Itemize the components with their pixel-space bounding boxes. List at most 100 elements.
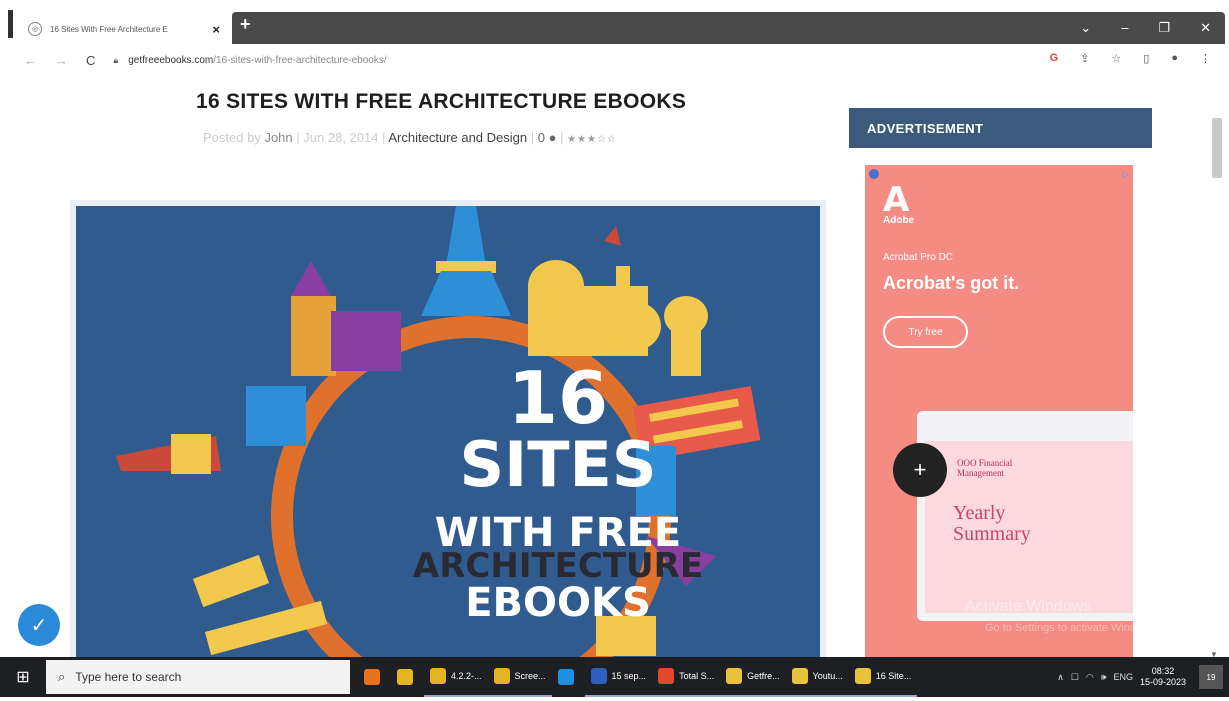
firefox-app-icon [364,669,380,685]
adchoices-icon[interactable]: ▷ [1122,169,1129,180]
clock[interactable]: 08:32 15-09-2023 [1140,666,1186,688]
article-title: 16 SITES WITH FREE ARCHITECTURE EBOOKS [196,90,687,113]
chrome-app-3[interactable]: 16 Site... [848,657,918,697]
doc-heading: Yearly Summary [953,503,1031,545]
lock-icon[interactable]: 🔒︎ [113,55,118,66]
tray-chevron-icon[interactable]: ∧ [1057,672,1064,683]
doc-title-line: OOO Financial [957,458,1013,468]
total-app-icon [658,668,675,684]
tab-favicon-icon: ◎ [28,22,42,36]
profile-icon[interactable]: ● [1171,52,1178,65]
taskbar-search[interactable]: ⌕ Type here to search [46,660,350,694]
hero-line-sites: SITES [459,428,657,501]
forward-arrow-icon[interactable]: → [55,53,68,68]
taskbar: ⊞ ⌕ Type here to search 4.2.2-... Scree..… [0,657,1229,697]
google-icon[interactable]: G [1050,52,1059,65]
tab-search-icon[interactable]: ⌄ [1080,20,1091,36]
doc-heading-line: Summary [953,523,1031,545]
doc-title: OOO Financial Management [957,458,1013,479]
hero-illustration: 16 SITES WITH FREE ARCHITECTURE EBOOKS [76,206,820,659]
menu-icon[interactable]: ⋮ [1200,52,1211,65]
chrome-app-1[interactable]: Getfre... [720,657,786,697]
clock-date: 15-09-2023 [1139,677,1186,687]
notes-app[interactable] [391,657,424,697]
edge-app-icon [557,669,574,685]
restore-button[interactable]: ❐ [1158,20,1170,36]
word-app-icon [590,668,607,684]
author-link[interactable]: John [264,130,292,145]
folder-app-1-icon [430,668,446,684]
chrome-app-2-icon [791,668,808,684]
close-window-button[interactable]: ✕ [1200,20,1211,36]
comment-count[interactable]: 0 [538,130,545,145]
notes-app-icon [397,669,413,685]
chrome-app-2[interactable]: Youtu... [785,657,849,697]
rating-stars-icon[interactable]: ★★★☆☆ [567,134,617,145]
comment-icon: ● [548,130,557,145]
hero-image: 16 SITES WITH FREE ARCHITECTURE EBOOKS [70,200,826,665]
taskbar-app-label: 16 Site... [875,671,912,681]
network-icon[interactable]: ☐ [1071,672,1079,683]
minimize-button[interactable]: – [1121,20,1128,36]
tab-close-icon[interactable]: × [212,22,220,37]
plus-button[interactable]: + [893,443,947,497]
volume-icon[interactable]: 🕪 [1101,672,1107,683]
hero-line-ebooks: EBOOKS [465,580,651,626]
search-icon: ⌕ [58,669,66,684]
category-link[interactable]: Architecture and Design [388,130,527,145]
notification-icon[interactable]: 19 [1199,665,1223,689]
advertisement-header: ADVERTISEMENT [849,108,1152,148]
taskbar-app-label: 4.2.2-... [451,671,482,681]
firefox-app[interactable] [358,657,391,697]
activate-windows-watermark: Activate Windows [965,598,1092,615]
taskbar-app-label: Scree... [514,671,546,681]
ad-product: Acrobat Pro DC [883,252,954,263]
url-path: /16-sites-with-free-architecture-ebooks/ [213,54,387,66]
ad-badge-icon[interactable] [869,169,879,179]
search-placeholder: Type here to search [75,670,182,684]
posted-by-label: Posted by [203,130,261,145]
toolbar-icons: G ⇪ ☆ ▯ ● ⋮ [1050,52,1211,65]
url-host: getfreeebooks.com [128,54,214,66]
doc-heading-line: Yearly [953,502,1006,524]
adobe-logo-icon: A [883,180,910,220]
post-meta: Posted by John | Jun 28, 2014 | Architec… [203,130,617,145]
doc-title-line: Management [957,467,1004,478]
word-app[interactable]: 15 sep... [584,657,653,697]
tab-strip: ◎ 16 Sites With Free Architecture E × + … [0,0,1229,46]
wifi-icon[interactable]: ◠ [1086,672,1094,683]
chrome-app-3-icon [854,668,871,684]
laptop-image: OOO Financial Management Yearly Summary [917,411,1133,621]
ad-headline: Acrobat's got it. [883,273,1020,293]
windows-start-icon[interactable]: ⊞ [0,657,46,697]
total-app[interactable]: Total S... [652,657,721,697]
taskbar-app-label: Youtu... [812,671,843,681]
corner-mark [8,10,13,38]
tab-title: 16 Sites With Free Architecture E [50,24,168,34]
post-date: Jun 28, 2014 [303,130,379,145]
language-indicator[interactable]: ENG [1113,672,1133,682]
window-controls: ⌄ – ❐ ✕ [1080,20,1211,36]
share-icon[interactable]: ⇪ [1080,52,1089,65]
new-tab-button[interactable]: + [240,14,251,35]
sidepanel-icon[interactable]: ▯ [1143,52,1149,65]
address-bar: ← → C 🔒︎ getfreeebooks.com/16-sites-with… [0,44,1229,76]
adobe-ad[interactable]: ▷ A Adobe Acrobat Pro DC Acrobat's got i… [865,165,1133,665]
floating-clock-check-icon[interactable]: ✓ [18,604,60,646]
back-arrow-icon[interactable]: ← [24,53,37,68]
try-free-button[interactable]: Try free [883,316,968,348]
tab-active[interactable]: ◎ 16 Sites With Free Architecture E × [18,12,230,46]
scrollbar-thumb[interactable] [1212,118,1222,178]
folder-app-2[interactable]: Scree... [487,657,552,697]
activate-windows-subtext: Go to Settings to activate Windows. [985,622,1159,634]
clock-time: 08:32 [1151,666,1175,677]
meta-separator: | [530,130,538,145]
edge-app[interactable] [552,657,585,697]
system-tray: ∧ ☐ ◠ 🕪 ENG 08:32 15-09-2023 19 [1057,665,1229,689]
taskbar-app-label: Total S... [679,671,715,681]
taskbar-apps: 4.2.2-... Scree... 15 sep... Total S... Getf… [358,657,1057,697]
url-field[interactable]: getfreeebooks.com/16-sites-with-free-arc… [128,55,386,66]
reload-icon[interactable]: C [86,53,95,68]
folder-app-1[interactable]: 4.2.2-... [424,657,488,697]
star-icon[interactable]: ☆ [1111,52,1121,65]
